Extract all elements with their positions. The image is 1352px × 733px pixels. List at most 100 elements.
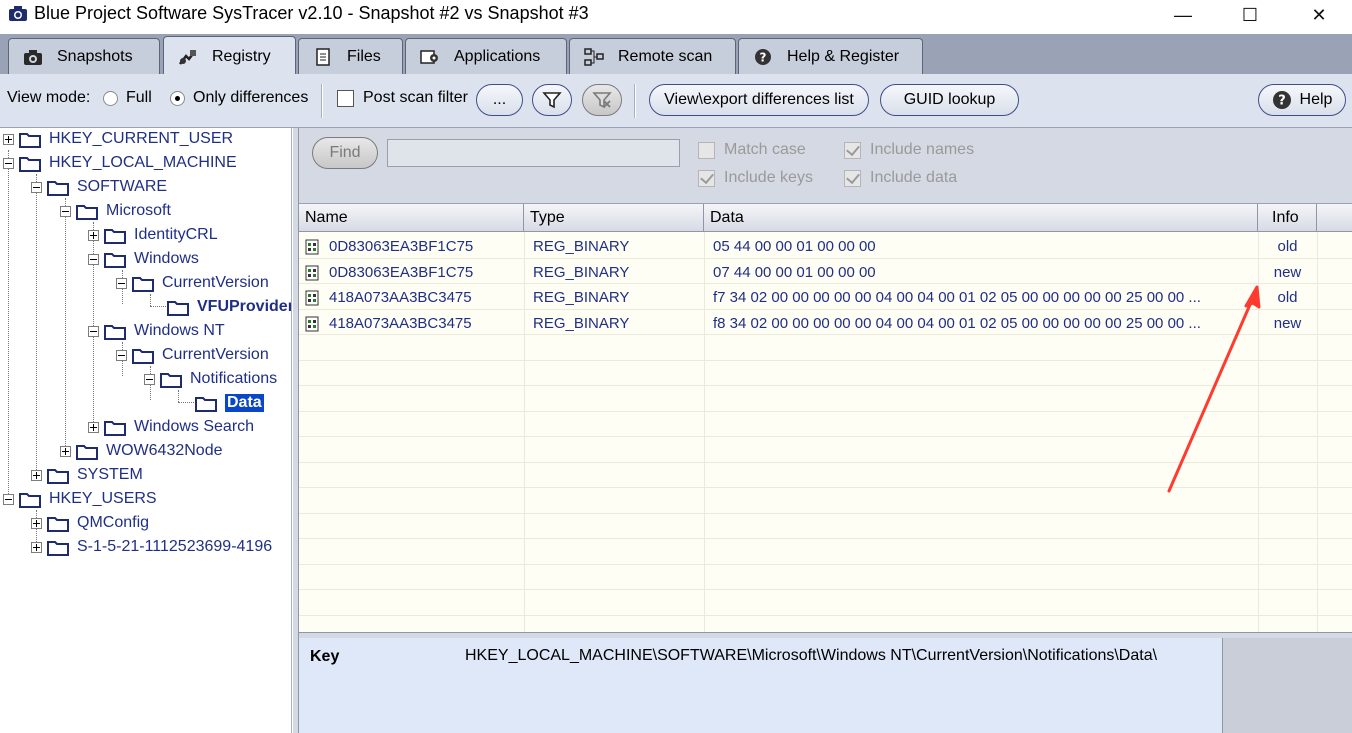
filter-options-button[interactable]: ... bbox=[476, 84, 523, 116]
tree-node[interactable]: S-1-5-21-1112523699-4196 bbox=[31, 536, 272, 558]
tree-node[interactable]: HKEY_USERS bbox=[3, 488, 157, 510]
expand-icon[interactable] bbox=[31, 469, 42, 481]
apply-filter-button[interactable] bbox=[532, 84, 572, 116]
folder-icon bbox=[76, 444, 98, 460]
tree-node[interactable]: SOFTWARE bbox=[31, 176, 167, 198]
tree-node[interactable]: QMConfig bbox=[31, 512, 149, 534]
toolbar-separator bbox=[321, 84, 323, 118]
vertical-splitter[interactable] bbox=[292, 128, 299, 733]
tree-node[interactable]: CurrentVersion bbox=[116, 344, 269, 366]
include-data-checkbox[interactable]: Include data bbox=[844, 169, 957, 187]
tree-node[interactable]: SYSTEM bbox=[31, 464, 143, 486]
grid-line bbox=[299, 564, 1352, 565]
collapse-icon[interactable] bbox=[144, 373, 155, 385]
minimize-button[interactable]: — bbox=[1150, 0, 1216, 30]
find-button[interactable]: Find bbox=[312, 137, 378, 169]
tree-node[interactable]: Notifications bbox=[144, 368, 277, 390]
table-row[interactable]: 0D83063EA3BF1C75 REG_BINARY 07 44 00 00 … bbox=[299, 260, 1352, 285]
post-scan-filter-checkbox[interactable]: Post scan filter bbox=[337, 89, 468, 107]
column-header-name[interactable]: Name bbox=[299, 204, 524, 232]
button-label: Help bbox=[1299, 91, 1333, 108]
tree-node[interactable]: HKEY_LOCAL_MACHINE bbox=[3, 152, 237, 174]
binary-value-icon bbox=[305, 265, 319, 280]
expand-icon[interactable] bbox=[88, 229, 99, 241]
binary-value-icon bbox=[305, 316, 319, 331]
collapse-icon[interactable] bbox=[3, 493, 14, 505]
collapse-icon[interactable] bbox=[3, 157, 14, 169]
tree-node[interactable]: WOW6432Node bbox=[60, 440, 223, 462]
view-mode-full-radio[interactable]: Full bbox=[103, 89, 152, 107]
folder-icon bbox=[47, 540, 69, 556]
expand-icon[interactable] bbox=[3, 133, 14, 145]
tree-node-label: WOW6432Node bbox=[106, 442, 223, 459]
tree-node[interactable]: Windows Search bbox=[88, 416, 254, 438]
checkbox-indicator bbox=[337, 89, 354, 107]
match-case-checkbox[interactable]: Match case bbox=[698, 141, 806, 159]
close-button[interactable]: ✕ bbox=[1286, 0, 1352, 30]
tree-node-label: CurrentVersion bbox=[162, 274, 269, 291]
cell-type: REG_BINARY bbox=[533, 264, 630, 281]
expand-icon[interactable] bbox=[88, 421, 99, 433]
expand-icon[interactable] bbox=[60, 445, 71, 457]
include-names-checkbox[interactable]: Include names bbox=[844, 141, 974, 159]
cell-data: 07 44 00 00 01 00 00 00 bbox=[713, 264, 876, 281]
guid-lookup-button[interactable]: GUID lookup bbox=[880, 84, 1019, 116]
tree-node[interactable]: Windows NT bbox=[88, 320, 225, 342]
table-row[interactable]: 418A073AA3BC3475 REG_BINARY f8 34 02 00 … bbox=[299, 311, 1352, 336]
expand-icon[interactable] bbox=[31, 517, 42, 529]
tree-node-label: HKEY_USERS bbox=[49, 490, 157, 507]
column-header-type[interactable]: Type bbox=[524, 204, 704, 232]
tree-node[interactable]: CurrentVersion bbox=[116, 272, 269, 294]
table-row[interactable]: 418A073AA3BC3475 REG_BINARY f7 34 02 00 … bbox=[299, 285, 1352, 310]
maximize-button[interactable]: ☐ bbox=[1217, 0, 1283, 30]
key-path: HKEY_LOCAL_MACHINE\SOFTWARE\Microsoft\Wi… bbox=[465, 647, 1158, 664]
tree-node[interactable]: IdentityCRL bbox=[88, 224, 218, 246]
tree-node-label: Data bbox=[225, 394, 264, 412]
view-export-differences-button[interactable]: View\export differences list bbox=[649, 84, 869, 116]
tree-node-label: HKEY_LOCAL_MACHINE bbox=[49, 154, 237, 171]
tree-connector bbox=[178, 390, 179, 402]
tree-node[interactable]: HKEY_CURRENT_USER bbox=[3, 128, 233, 150]
tab-registry[interactable]: Registry bbox=[163, 36, 296, 76]
tree-node[interactable]: Windows bbox=[88, 248, 199, 270]
collapse-icon[interactable] bbox=[60, 205, 71, 217]
find-input[interactable] bbox=[387, 139, 680, 167]
collapse-icon[interactable] bbox=[116, 277, 127, 289]
tree-connector bbox=[150, 306, 166, 307]
cell-type: REG_BINARY bbox=[533, 315, 630, 332]
tree-node[interactable]: Microsoft bbox=[60, 200, 171, 222]
table-row[interactable]: 0D83063EA3BF1C75 REG_BINARY 05 44 00 00 … bbox=[299, 234, 1352, 259]
tab-applications[interactable]: Applications bbox=[405, 38, 567, 74]
binary-value-icon bbox=[305, 239, 319, 254]
tab-help-register[interactable]: ? Help & Register bbox=[738, 38, 923, 74]
grid-line bbox=[299, 538, 1352, 539]
collapse-icon[interactable] bbox=[88, 253, 99, 265]
expand-icon[interactable] bbox=[31, 541, 42, 553]
toolbar: View mode: Full Only differences Post sc… bbox=[0, 74, 1352, 128]
tab-snapshots[interactable]: Snapshots bbox=[8, 38, 160, 74]
radio-indicator bbox=[103, 90, 118, 106]
collapse-icon[interactable] bbox=[31, 181, 42, 193]
tree-node-label: HKEY_CURRENT_USER bbox=[49, 130, 234, 147]
clear-filter-button[interactable] bbox=[582, 84, 622, 116]
collapse-icon[interactable] bbox=[88, 325, 99, 337]
checkbox-indicator bbox=[698, 169, 715, 187]
tab-remote-scan[interactable]: Remote scan bbox=[569, 38, 736, 74]
tab-files[interactable]: Files bbox=[298, 38, 403, 74]
camera-app-icon bbox=[9, 6, 27, 21]
folder-icon bbox=[47, 180, 69, 196]
include-keys-checkbox[interactable]: Include keys bbox=[698, 169, 813, 187]
column-header-data[interactable]: Data bbox=[704, 204, 1258, 232]
cell-info: new bbox=[1273, 315, 1302, 332]
help-button[interactable]: ? Help bbox=[1258, 84, 1346, 116]
tree-node-selected[interactable]: Data bbox=[195, 392, 264, 414]
view-mode-differences-radio[interactable]: Only differences bbox=[170, 89, 308, 107]
window-title: Blue Project Software SysTracer v2.10 - … bbox=[34, 3, 589, 23]
registry-tree[interactable]: HKEY_CURRENT_USER HKEY_LOCAL_MACHINE SOF… bbox=[0, 128, 292, 733]
folder-icon bbox=[132, 276, 154, 292]
registry-values-list[interactable]: Name Type Data Info 0D83063EA3BF1C75 REG… bbox=[299, 204, 1352, 632]
column-header-info[interactable]: Info bbox=[1258, 204, 1317, 232]
collapse-icon[interactable] bbox=[116, 349, 127, 361]
tree-node[interactable]: VFUProvider bbox=[167, 296, 291, 318]
grid-line bbox=[299, 411, 1352, 412]
